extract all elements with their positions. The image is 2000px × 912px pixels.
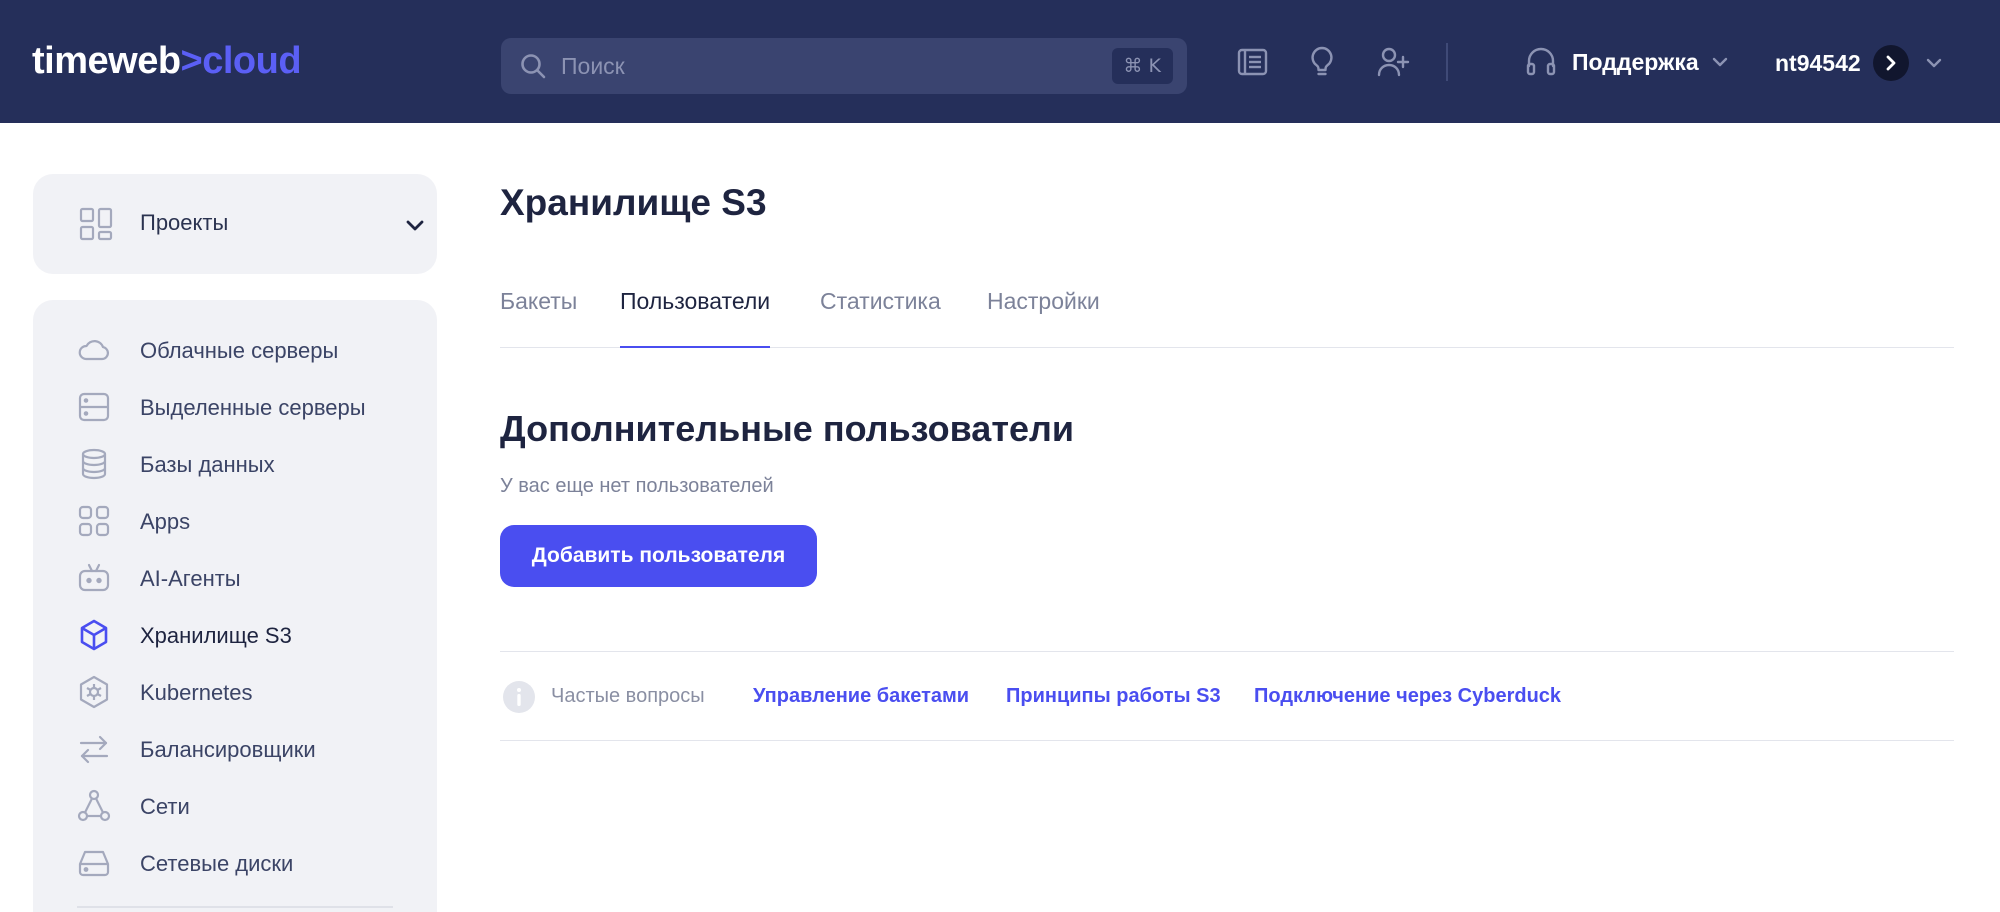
timeweb-cloud-logo[interactable]: timeweb>cloud: [32, 40, 302, 83]
add-user-button[interactable]: Добавить пользователя: [500, 525, 817, 587]
faq-bar: Частые вопросы Управление бакетами Принц…: [500, 651, 1954, 741]
sidebar-item-apps[interactable]: Apps: [33, 496, 437, 546]
faq-link-cyberduck[interactable]: Подключение через Cyberduck: [1254, 685, 1561, 708]
sidebar-item-kubernetes[interactable]: Kubernetes: [33, 667, 437, 717]
chevron-down-icon: [406, 220, 424, 231]
sidebar-item-dedicated-servers[interactable]: Выделенные серверы: [33, 382, 437, 432]
sidebar-item-databases[interactable]: Базы данных: [33, 439, 437, 489]
kubernetes-icon: [79, 675, 109, 709]
faq-link-s3-principles[interactable]: Принципы работы S3: [1006, 685, 1221, 708]
top-header: timeweb>cloud ⌘ K Поддержка nt94542: [0, 0, 2000, 123]
sidebar-item-label: Выделенные серверы: [140, 395, 366, 420]
faq-label: Частые вопросы: [551, 685, 705, 707]
sidebar-item-label: Kubernetes: [140, 680, 253, 705]
search-shortcut-badge: ⌘ K: [1111, 48, 1173, 84]
chevron-right-icon: [1886, 55, 1896, 71]
user-arrow-button[interactable]: [1872, 45, 1909, 81]
disk-icon: [78, 850, 110, 877]
projects-selector[interactable]: Проекты: [33, 174, 437, 274]
sidebar-divider: [77, 906, 393, 908]
tab-bar: Бакеты Пользователи Статистика Настройки: [500, 282, 1954, 348]
header-divider: [1446, 43, 1448, 81]
cube-icon: [80, 619, 108, 651]
robot-icon: [78, 563, 110, 592]
faq-link-bucket-management[interactable]: Управление бакетами: [753, 685, 969, 708]
tab-buckets[interactable]: Бакеты: [500, 288, 577, 348]
support-menu[interactable]: Поддержка: [1524, 44, 1731, 80]
search-bar[interactable]: ⌘ K: [501, 38, 1187, 94]
database-icon: [81, 448, 107, 480]
sidebar-item-ai-agents[interactable]: AI-Агенты: [33, 553, 437, 603]
sidebar-item-label: Облачные серверы: [140, 338, 339, 363]
cloud-icon: [78, 340, 109, 361]
section-title: Дополнительные пользователи: [500, 408, 1074, 449]
server-icon: [78, 392, 110, 422]
lightbulb-icon[interactable]: [1305, 45, 1339, 79]
news-icon[interactable]: [1235, 45, 1269, 79]
arrows-icon: [79, 735, 109, 764]
headset-icon: [1526, 47, 1556, 76]
sidebar-nav: Облачные серверы Выделенные серверы Базы…: [33, 300, 437, 912]
sidebar-item-label: AI-Агенты: [140, 566, 241, 591]
sidebar-item-label: Балансировщики: [140, 737, 316, 762]
apps-icon: [78, 505, 110, 537]
sidebar-item-networks[interactable]: Сети: [33, 781, 437, 831]
info-icon: [503, 681, 535, 713]
search-icon: [521, 54, 546, 79]
empty-state-text: У вас еще нет пользователей: [500, 475, 774, 497]
logo-accent-text: >cloud: [180, 40, 302, 82]
logo-main-text: timeweb: [32, 40, 181, 82]
sidebar-item-load-balancers[interactable]: Балансировщики: [33, 724, 437, 774]
sidebar-item-network-disks[interactable]: Сетевые диски: [33, 838, 437, 888]
sidebar-item-label: Сети: [140, 794, 190, 819]
sidebar-item-label: Хранилище S3: [140, 623, 292, 648]
tab-settings[interactable]: Настройки: [987, 288, 1100, 348]
sidebar-item-label: Apps: [140, 509, 191, 534]
network-icon: [77, 789, 111, 822]
tab-statistics[interactable]: Статистика: [820, 288, 941, 348]
add-user-icon[interactable]: [1376, 45, 1410, 79]
tab-users[interactable]: Пользователи: [620, 288, 771, 348]
user-name: nt94542: [1775, 49, 1861, 76]
projects-label: Проекты: [140, 210, 229, 235]
search-input[interactable]: [561, 38, 1081, 94]
sidebar-item-cloud-servers[interactable]: Облачные серверы: [33, 325, 437, 375]
chevron-down-icon: [1926, 58, 1941, 68]
sidebar-item-label: Базы данных: [140, 452, 275, 477]
support-label: Поддержка: [1572, 48, 1699, 75]
user-menu[interactable]: nt94542: [1775, 44, 1945, 82]
grid-icon: [79, 207, 113, 241]
sidebar-item-label: Сетевые диски: [140, 851, 294, 876]
sidebar-item-s3-storage[interactable]: Хранилище S3: [33, 610, 437, 660]
page-title: Хранилище S3: [500, 182, 767, 223]
chevron-down-icon: [1712, 57, 1727, 67]
